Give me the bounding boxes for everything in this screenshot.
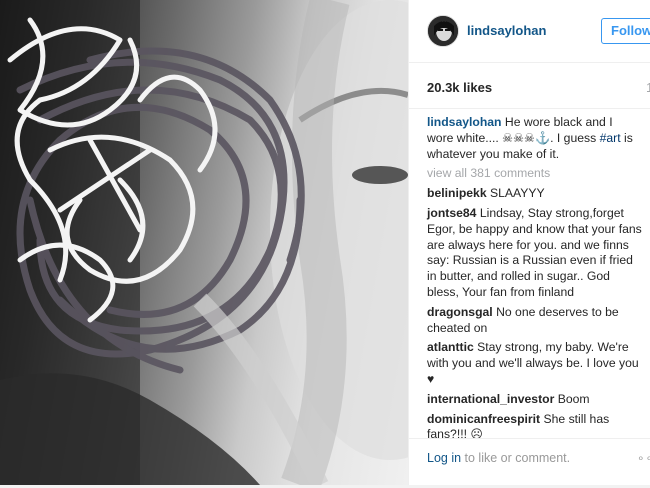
post-footer: Log in to like or comment. ∘∘ <box>409 438 650 485</box>
comments-list: lindsaylohan He wore black and I wore wh… <box>427 115 642 447</box>
follow-button[interactable]: Follow <box>601 18 650 44</box>
comment-item: international_investor Boom <box>427 392 642 408</box>
comment-username-link[interactable]: dominicanfreespirit <box>427 412 540 426</box>
comment-username-link[interactable]: dragonsgal <box>427 305 493 319</box>
post-photo[interactable] <box>0 0 408 485</box>
comment-username-link[interactable]: atlanttic <box>427 340 474 354</box>
comment-text: Boom <box>554 391 590 406</box>
comment-item: jontse84 Lindsay, Stay strong,forget Ego… <box>427 206 642 301</box>
comment-username-link[interactable]: international_investor <box>427 392 554 406</box>
comment-username-link[interactable]: belinipekk <box>427 186 487 200</box>
comment-item: atlanttic Stay strong, my baby. We're wi… <box>427 340 642 387</box>
more-options-icon[interactable]: ∘∘ <box>637 451 650 465</box>
header-username-link[interactable]: lindsaylohan <box>467 23 546 38</box>
post-sidebar: lindsaylohan Follow 20.3k likes 1 lindsa… <box>408 0 650 485</box>
scribble-drawing <box>0 0 408 485</box>
avatar-image <box>428 16 458 46</box>
login-link[interactable]: Log in <box>427 451 461 465</box>
hashtag-link[interactable]: #art <box>600 131 621 145</box>
post-time: 1 <box>646 80 650 95</box>
login-prompt: Log in to like or comment. <box>427 451 570 465</box>
comment-username-link[interactable]: jontse84 <box>427 206 476 220</box>
view-all-comments-link[interactable]: view all 381 comments <box>427 166 642 182</box>
post-header: lindsaylohan Follow <box>409 0 650 63</box>
instagram-post: lindsaylohan Follow 20.3k likes 1 lindsa… <box>0 0 650 485</box>
login-prompt-text: to like or comment. <box>461 451 571 465</box>
comment-item: belinipekk SLAAYYY <box>427 186 642 202</box>
post-caption: lindsaylohan He wore black and I wore wh… <box>427 115 642 162</box>
caption-username-link[interactable]: lindsaylohan <box>427 115 502 129</box>
comment-text: SLAAYYY <box>486 186 545 201</box>
likes-row: 20.3k likes 1 <box>409 62 650 109</box>
comment-item: dragonsgal No one deserves to be cheated… <box>427 305 642 337</box>
user-avatar[interactable] <box>427 15 459 47</box>
like-count[interactable]: 20.3k likes <box>427 80 492 95</box>
